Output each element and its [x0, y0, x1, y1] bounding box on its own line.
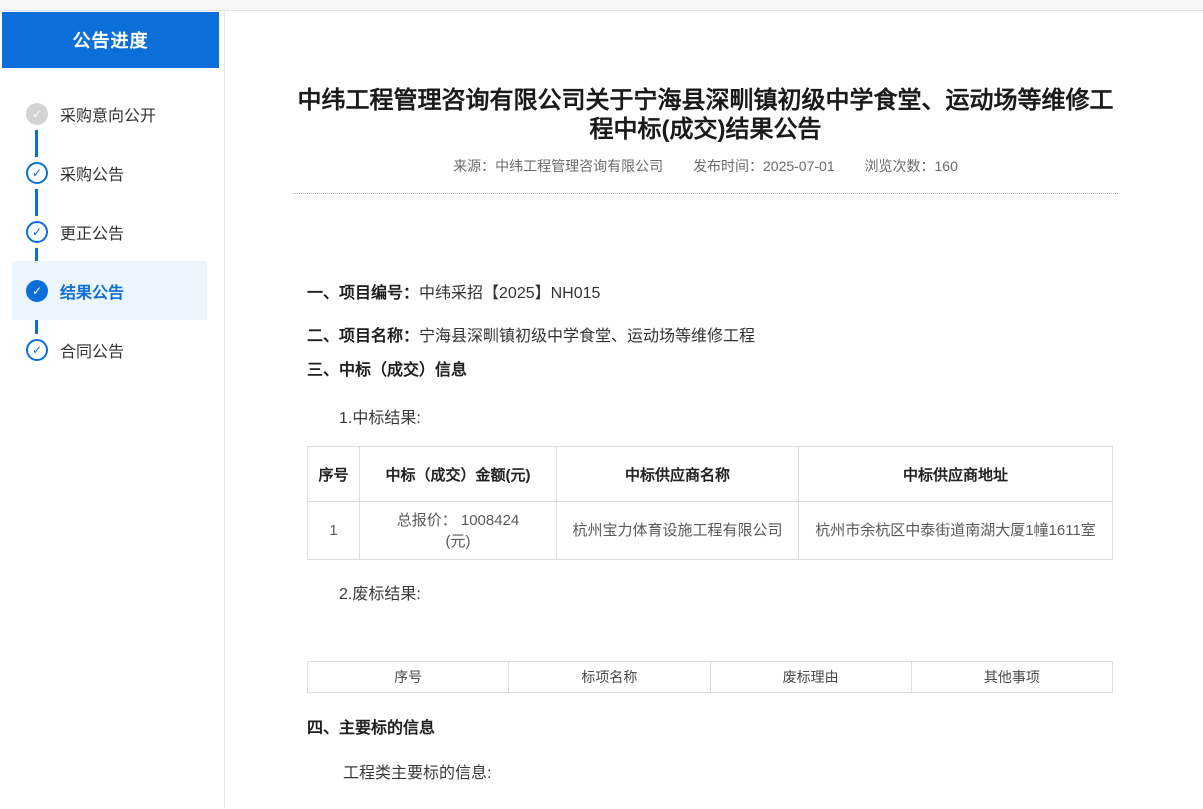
rejected-bids-table: 序号 标项名称 废标理由 其他事项	[307, 661, 1113, 693]
sidebar-step-label: 采购意向公开	[60, 102, 156, 126]
subsection-rejected-result: 2.废标结果:	[339, 580, 1113, 604]
project-name-value: 宁海县深甽镇初级中学食堂、运动场等维修工程	[419, 328, 755, 345]
column-header-supplier-address: 中标供应商地址	[799, 447, 1113, 502]
project-number-value: 中纬采招【2025】NH015	[419, 285, 600, 302]
column-header-rejection-reason: 废标理由	[710, 662, 911, 693]
sidebar-step-procurement-notice[interactable]: ✓ 采购公告	[12, 143, 207, 202]
section-project-name: 二、项目名称：宁海县深甽镇初级中学食堂、运动场等维修工程	[307, 327, 1113, 346]
sidebar-step-label: 采购公告	[60, 161, 124, 185]
sidebar-step-label: 更正公告	[60, 220, 124, 244]
check-glyph: ✓	[32, 225, 42, 239]
announcement-content: 中纬工程管理咨询有限公司关于宁海县深甽镇初级中学食堂、运动场等维修工程中标(成交…	[293, 11, 1118, 783]
column-header-amount: 中标（成交）金额(元)	[360, 447, 557, 502]
section-label: 二、项目名称：	[307, 328, 419, 345]
meta-source: 来源：中纬工程管理咨询有限公司	[453, 158, 663, 174]
award-result-table: 序号 中标（成交）金额(元) 中标供应商名称 中标供应商地址 1 总报价： 10…	[307, 446, 1113, 560]
sidebar-step-procurement-intent[interactable]: ✓ 采购意向公开	[12, 84, 207, 143]
subsection-award-result: 1.中标结果:	[339, 404, 1113, 428]
column-header-seq: 序号	[308, 662, 509, 693]
section-project-number: 一、项目编号：中纬采招【2025】NH015	[307, 284, 1113, 303]
sidebar-step-label: 结果公告	[60, 279, 124, 303]
check-glyph: ✓	[32, 166, 42, 180]
table-header-row: 序号 中标（成交）金额(元) 中标供应商名称 中标供应商地址	[308, 447, 1113, 502]
check-circle-icon: ✓	[26, 162, 48, 184]
check-circle-icon: ✓	[26, 339, 48, 361]
check-circle-icon: ✓	[26, 280, 48, 302]
table-header-row: 序号 标项名称 废标理由 其他事项	[308, 662, 1113, 693]
announcement-meta: 来源：中纬工程管理咨询有限公司 发布时间：2025-07-01 浏览次数：160	[293, 156, 1118, 176]
column-header-seq: 序号	[308, 447, 360, 502]
page-layout: 公告进度 ✓ 采购意向公开 ✓ 采购公告 ✓ 更正公告 ✓ 结果公告 ✓ 合同	[0, 11, 1203, 808]
cell-supplier-name: 杭州宝力体育设施工程有限公司	[557, 502, 799, 560]
check-circle-icon: ✓	[26, 221, 48, 243]
top-strip	[0, 0, 1203, 11]
table-row: 1 总报价： 1008424 (元) 杭州宝力体育设施工程有限公司 杭州市余杭区…	[308, 502, 1113, 560]
announcement-body: 一、项目编号：中纬采招【2025】NH015 二、项目名称：宁海县深甽镇初级中学…	[307, 284, 1113, 783]
announcement-main: 中纬工程管理咨询有限公司关于宁海县深甽镇初级中学食堂、运动场等维修工程中标(成交…	[225, 11, 1203, 808]
page-title: 中纬工程管理咨询有限公司关于宁海县深甽镇初级中学食堂、运动场等维修工程中标(成交…	[293, 86, 1118, 144]
progress-timeline: ✓ 采购意向公开 ✓ 采购公告 ✓ 更正公告 ✓ 结果公告 ✓ 合同公告	[0, 84, 224, 379]
sidebar-step-result-notice[interactable]: ✓ 结果公告	[12, 261, 207, 320]
meta-publish-time: 发布时间：2025-07-01	[693, 158, 835, 174]
cell-supplier-address: 杭州市余杭区中泰街道南湖大厦1幢1611室	[799, 502, 1113, 560]
sidebar-step-label: 合同公告	[60, 338, 124, 362]
check-circle-icon: ✓	[26, 103, 48, 125]
cell-amount: 总报价： 1008424 (元)	[360, 502, 557, 560]
sidebar-title: 公告进度	[2, 12, 219, 68]
section-main-subject-info: 四、主要标的信息	[307, 719, 1113, 738]
meta-view-count: 浏览次数：160	[865, 158, 958, 174]
column-header-lot-name: 标项名称	[509, 662, 710, 693]
column-header-other-matters: 其他事项	[911, 662, 1112, 693]
cell-seq: 1	[308, 502, 360, 560]
section-award-info: 三、中标（成交）信息	[307, 361, 1113, 380]
check-glyph: ✓	[32, 284, 42, 298]
section-label: 四、主要标的信息	[307, 720, 435, 737]
check-glyph: ✓	[32, 107, 42, 121]
engineering-subject-note: 工程类主要标的信息:	[343, 759, 1113, 783]
sidebar-step-contract-notice[interactable]: ✓ 合同公告	[12, 320, 207, 379]
column-header-supplier-name: 中标供应商名称	[557, 447, 799, 502]
divider	[293, 193, 1118, 194]
announcement-progress-sidebar: 公告进度 ✓ 采购意向公开 ✓ 采购公告 ✓ 更正公告 ✓ 结果公告 ✓ 合同	[0, 11, 225, 808]
section-label: 一、项目编号：	[307, 285, 419, 302]
section-label: 三、中标（成交）信息	[307, 362, 467, 379]
check-glyph: ✓	[32, 343, 42, 357]
sidebar-step-correction-notice[interactable]: ✓ 更正公告	[12, 202, 207, 261]
